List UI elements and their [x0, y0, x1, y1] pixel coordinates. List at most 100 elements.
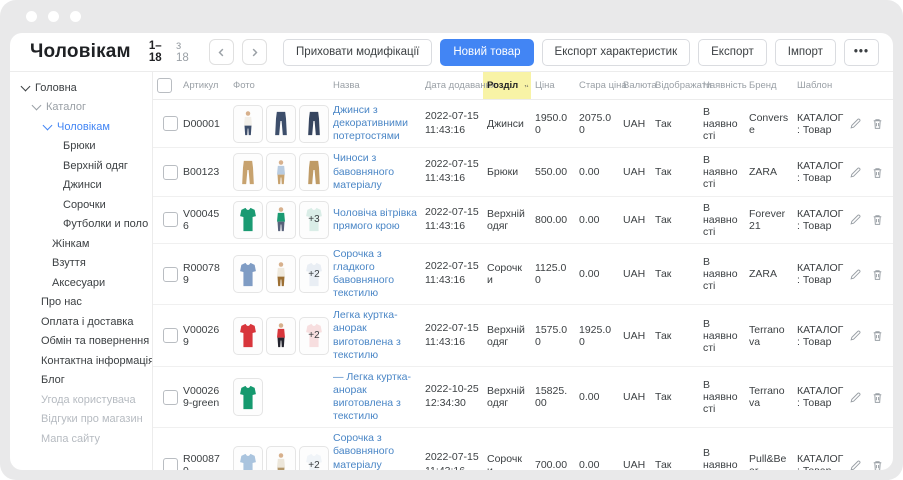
row-checkbox[interactable]: [163, 390, 178, 405]
prev-page-button[interactable]: [209, 39, 234, 65]
product-photo-thumb[interactable]: [233, 446, 263, 470]
product-photo-thumb[interactable]: [266, 105, 296, 143]
sidebar-item-1-link[interactable]: Угода користувача: [10, 390, 152, 410]
cell-old_price: 0.00: [575, 196, 619, 243]
edit-button[interactable]: [849, 459, 862, 470]
sidebar-item-2-link[interactable]: Жінкам: [10, 234, 152, 254]
sidebar-item-3-link[interactable]: Верхній одяг: [10, 156, 152, 176]
cell-currency: UAH: [619, 243, 651, 305]
sidebar-item-1-link[interactable]: Мапа сайту: [10, 429, 152, 449]
more-photos-badge[interactable]: +3: [299, 201, 329, 239]
product-photo-thumb[interactable]: [233, 105, 263, 143]
column-header-brand[interactable]: Бренд: [745, 72, 793, 100]
delete-button[interactable]: [871, 329, 884, 342]
delete-button[interactable]: [871, 213, 884, 226]
sidebar-item-3-link[interactable]: Футболки и поло: [10, 215, 152, 235]
export-button[interactable]: Експорт: [698, 39, 767, 66]
edit-button[interactable]: [849, 166, 862, 179]
product-photo-thumb[interactable]: [299, 105, 329, 143]
window-minimize-dot[interactable]: [48, 11, 59, 22]
product-name-link[interactable]: Сорочка з бавовняного матеріалу притален…: [333, 432, 417, 470]
column-header-price[interactable]: Ціна: [531, 72, 575, 100]
product-name-link[interactable]: Легка куртка-анорак виготовлена з тексти…: [333, 309, 417, 362]
column-header-name[interactable]: Назва: [329, 72, 421, 100]
sidebar-item-1-link[interactable]: Контактна інформація: [10, 351, 152, 371]
delete-button[interactable]: [871, 117, 884, 130]
product-name-link[interactable]: Чоловіча вітрівка прямого крою: [333, 207, 417, 233]
window-maximize-dot[interactable]: [70, 11, 81, 22]
sidebar-item-3-link[interactable]: Брюки: [10, 137, 152, 157]
row-checkbox[interactable]: [163, 458, 178, 470]
delete-button[interactable]: [871, 166, 884, 179]
column-header-date[interactable]: Дата додавання: [421, 72, 483, 100]
row-checkbox[interactable]: [163, 116, 178, 131]
sidebar-item-1-link[interactable]: Відгуки про магазин: [10, 410, 152, 430]
export-characteristics-button[interactable]: Експорт характеристик: [542, 39, 691, 66]
window-close-dot[interactable]: [26, 11, 37, 22]
more-actions-button[interactable]: •••: [844, 39, 879, 66]
column-header-photo[interactable]: Фото: [229, 72, 329, 100]
product-photo-thumb[interactable]: [233, 317, 263, 355]
delete-button[interactable]: [871, 459, 884, 470]
column-header-template[interactable]: Шаблон: [793, 72, 849, 100]
sidebar-item-3-link[interactable]: Джинси: [10, 176, 152, 196]
edit-button[interactable]: [849, 329, 862, 342]
column-header-currency[interactable]: Валюта: [619, 72, 651, 100]
sidebar-item-0-link[interactable]: Головна: [10, 78, 152, 98]
product-photo-thumb[interactable]: [299, 153, 329, 191]
product-photo-thumb[interactable]: [266, 446, 296, 470]
product-photo-thumb[interactable]: [266, 201, 296, 239]
product-photo-thumb[interactable]: [266, 255, 296, 293]
sort-icon[interactable]: [524, 81, 529, 91]
column-header-availability[interactable]: Наявність: [699, 72, 745, 100]
product-photo-thumb[interactable]: [266, 153, 296, 191]
delete-button[interactable]: [871, 268, 884, 281]
sidebar-item-1-link[interactable]: Про нас: [10, 293, 152, 313]
sidebar-item-1-link[interactable]: Обмін та повернення: [10, 332, 152, 352]
row-checkbox[interactable]: [163, 165, 178, 180]
product-photo-thumb[interactable]: [233, 201, 263, 239]
cell-photo: [229, 100, 329, 148]
sidebar-item-1-link[interactable]: Оплата і доставка: [10, 312, 152, 332]
cell-name: Чоловіча вітрівка прямого крою: [329, 196, 421, 243]
sidebar-item-3-link[interactable]: Сорочки: [10, 195, 152, 215]
column-header-actions[interactable]: [849, 72, 893, 100]
product-photos: +3: [233, 201, 325, 239]
product-name-link[interactable]: Чиноси з бавовняного матеріалу: [333, 152, 417, 191]
row-checkbox[interactable]: [163, 267, 178, 282]
more-photos-badge[interactable]: +2: [299, 446, 329, 470]
row-checkbox[interactable]: [163, 328, 178, 343]
product-photo-thumb[interactable]: [266, 317, 296, 355]
more-photos-badge[interactable]: +2: [299, 317, 329, 355]
column-header-section[interactable]: Розділ: [483, 72, 531, 100]
new-product-button[interactable]: Новий товар: [440, 39, 533, 66]
row-checkbox[interactable]: [163, 212, 178, 227]
next-page-button[interactable]: [242, 39, 267, 65]
column-header-display[interactable]: Відображати: [651, 72, 699, 100]
edit-button[interactable]: [849, 117, 862, 130]
pagination: 1–18 з 18: [149, 40, 196, 64]
sidebar-item-label: Про нас: [41, 296, 82, 308]
sidebar-item-2-link[interactable]: Аксесуари: [10, 273, 152, 293]
product-name-link[interactable]: Сорочка з гладкого бавовняного текстилю: [333, 248, 417, 301]
product-name-link[interactable]: — Легка куртка-анорак виготовлена з текс…: [333, 371, 417, 424]
select-all-checkbox[interactable]: [157, 78, 172, 93]
hide-modifications-button[interactable]: Приховати модифікації: [283, 39, 432, 66]
product-photo-thumb[interactable]: [233, 378, 263, 416]
edit-button[interactable]: [849, 268, 862, 281]
more-photos-badge[interactable]: +2: [299, 255, 329, 293]
edit-button[interactable]: [849, 213, 862, 226]
delete-button[interactable]: [871, 391, 884, 404]
product-photo-thumb[interactable]: [233, 255, 263, 293]
sidebar-item-2-active[interactable]: Чоловікам: [10, 117, 152, 137]
column-header-sku[interactable]: Артикул: [179, 72, 229, 100]
product-name-link[interactable]: Джинси з декоративними потертостями: [333, 104, 417, 143]
sidebar-item-2-link[interactable]: Взуття: [10, 254, 152, 274]
cell-actions: [849, 428, 893, 470]
sidebar-item-1-link[interactable]: Блог: [10, 371, 152, 391]
column-header-old_price[interactable]: Стара ціна: [575, 72, 619, 100]
sidebar-item-1-link[interactable]: Каталог: [10, 98, 152, 118]
product-photo-thumb[interactable]: [233, 153, 263, 191]
edit-button[interactable]: [849, 391, 862, 404]
import-button[interactable]: Імпорт: [775, 39, 836, 66]
